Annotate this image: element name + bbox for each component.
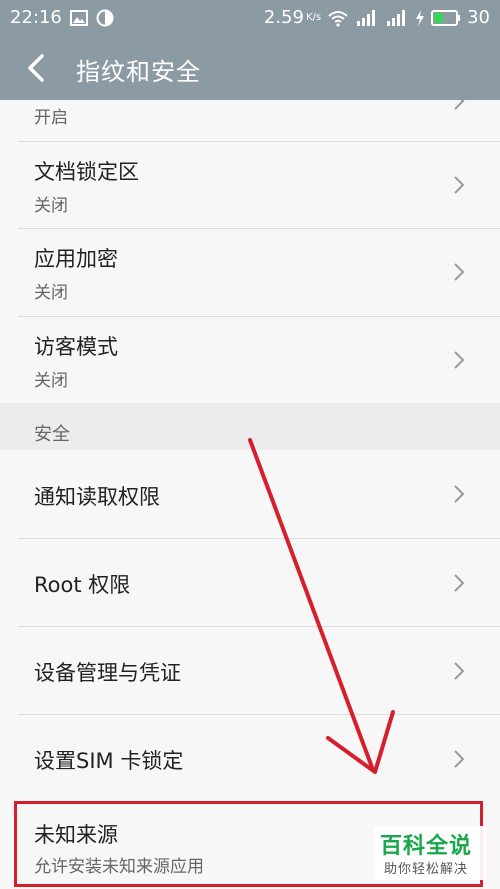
back-arrow-icon[interactable] (22, 52, 52, 84)
chevron-right-icon (454, 100, 465, 110)
chevron-right-icon (454, 662, 465, 680)
status-bar: 22:16 2.59 K/s 30 (0, 0, 500, 36)
battery-level: 30 (467, 7, 490, 28)
status-bar-right: 2.59 K/s 30 (264, 7, 490, 28)
half-moon-icon (96, 9, 114, 26)
list-item-label: 通知读取权限 (34, 485, 160, 509)
list-item-status: 关闭 (34, 196, 68, 216)
list-item-status: 关闭 (34, 371, 68, 391)
list-item-guest-mode[interactable]: 访客模式 关闭 (0, 317, 500, 403)
chevron-right-icon (454, 574, 465, 592)
network-speed-unit: K/s (305, 12, 322, 23)
watermark-title: 百科全说 (380, 834, 473, 859)
clock: 22:16 (10, 7, 62, 28)
list-item-status: 关闭 (34, 283, 68, 303)
list-item-partial[interactable]: 开启 (0, 100, 500, 141)
chevron-right-icon (454, 485, 465, 503)
list-item-label: 文档锁定区 (34, 160, 139, 184)
signal-icon-2 (387, 9, 406, 26)
list-item-label: 应用加密 (34, 247, 118, 271)
charging-icon (416, 9, 425, 26)
settings-list: 开启 文档锁定区 关闭 应用加密 关闭 访客模式 关闭 安全 通知读取权限 Ro… (0, 100, 500, 889)
status-bar-left: 22:16 (10, 7, 114, 28)
wifi-icon (328, 10, 348, 27)
image-notification-icon (69, 9, 88, 26)
list-item-label: Root 权限 (34, 573, 131, 597)
chevron-right-icon (454, 263, 465, 281)
list-item-label: 设置SIM 卡锁定 (34, 749, 184, 773)
watermark-subtitle: 助你轻松解决 (384, 862, 469, 877)
signal-icon (357, 9, 376, 26)
network-speed: 2.59 (263, 7, 304, 28)
list-item-root-permission[interactable]: Root 权限 (0, 539, 500, 626)
app-bar: 指纹和安全 (0, 36, 500, 100)
list-item-app-encryption[interactable]: 应用加密 关闭 (0, 229, 500, 317)
list-item-label: 访客模式 (34, 335, 118, 359)
list-item-notification-access[interactable]: 通知读取权限 (0, 450, 500, 538)
page-title: 指纹和安全 (76, 58, 201, 86)
list-item-status: 开启 (34, 108, 68, 128)
list-item-device-admin[interactable]: 设备管理与凭证 (0, 627, 500, 714)
watermark-logo: 百科全说 助你轻松解决 (374, 826, 486, 880)
battery-icon (431, 9, 461, 26)
section-title: 安全 (34, 424, 70, 445)
chevron-right-icon (454, 176, 465, 194)
list-item-label: 设备管理与凭证 (34, 661, 181, 685)
list-item-sim-lock[interactable]: 设置SIM 卡锁定 (0, 715, 500, 801)
chevron-right-icon (454, 351, 465, 369)
chevron-right-icon (454, 750, 465, 768)
list-item-document-lock[interactable]: 文档锁定区 关闭 (0, 142, 500, 228)
section-header-security: 安全 (0, 403, 500, 450)
